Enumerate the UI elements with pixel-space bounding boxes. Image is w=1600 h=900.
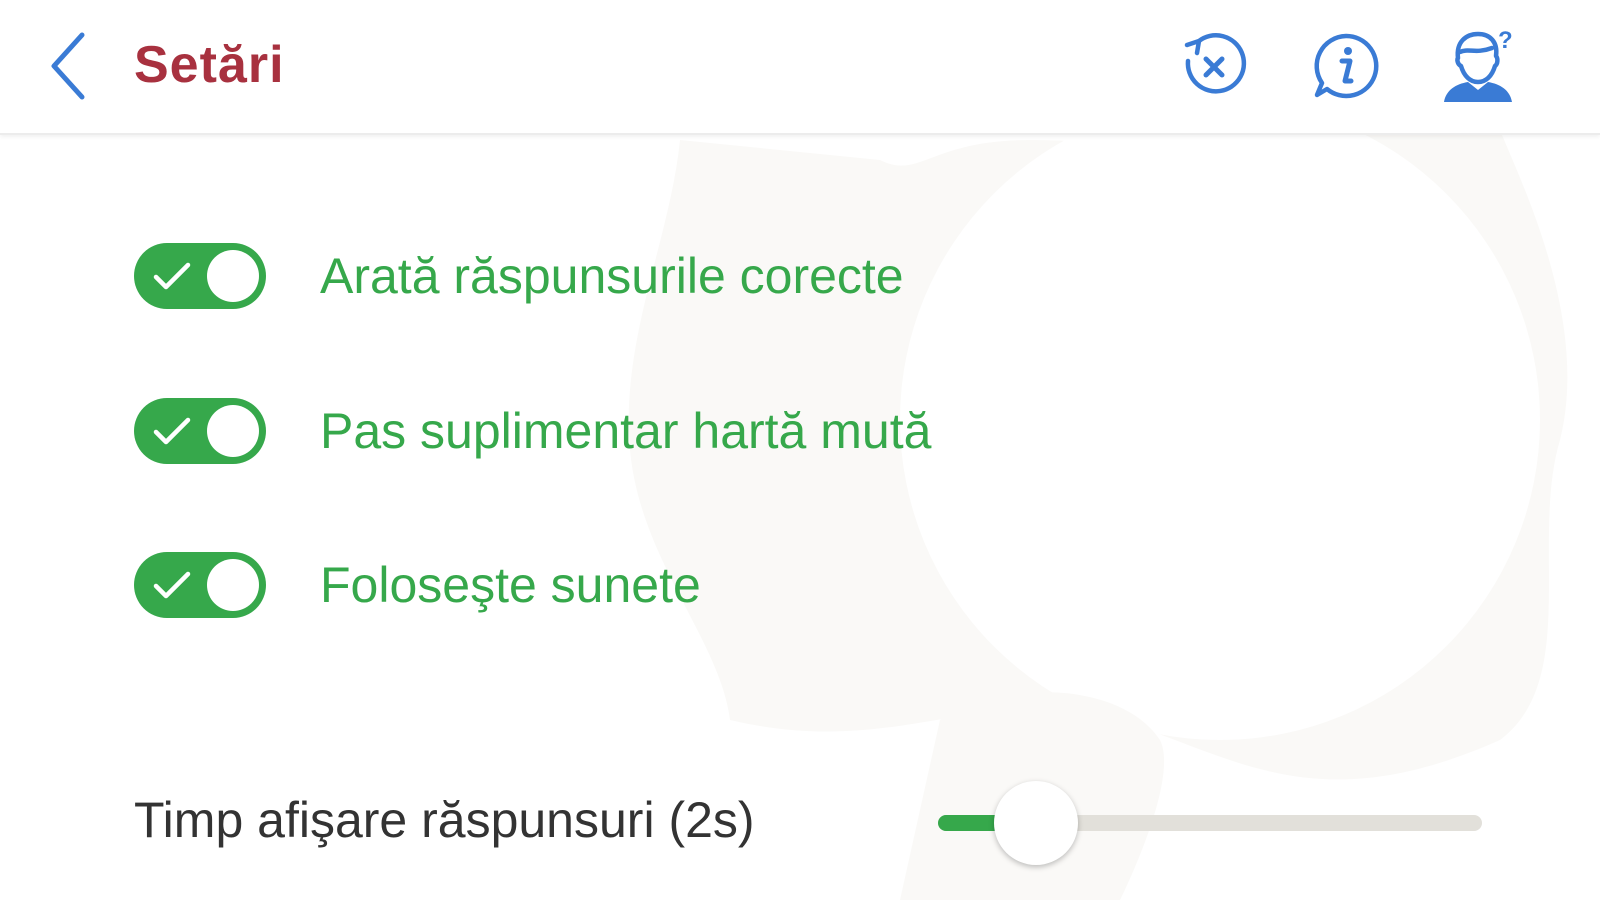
top-bar: Setări ? — [0, 0, 1600, 135]
slider-thumb[interactable] — [994, 781, 1078, 865]
reset-progress-button[interactable] — [1176, 28, 1252, 104]
show-correct-answers-toggle[interactable] — [134, 243, 266, 309]
reset-progress-icon — [1184, 33, 1247, 94]
info-button[interactable] — [1308, 28, 1384, 104]
back-button[interactable] — [36, 24, 100, 108]
instructor-help-icon: ? — [1444, 28, 1513, 102]
check-icon — [153, 417, 191, 445]
page-title: Setări — [134, 36, 285, 94]
settings-content: Arată răspunsurile corecte Pas supliment… — [0, 135, 1600, 900]
use-sounds-label: Foloseşte sunete — [320, 557, 701, 613]
svg-text:?: ? — [1498, 28, 1513, 54]
show-correct-answers-label: Arată răspunsurile corecte — [320, 248, 904, 304]
extra-step-silent-map-label: Pas suplimentar hartă mută — [320, 403, 932, 459]
extra-step-silent-map-toggle[interactable] — [134, 398, 266, 464]
answer-display-time-label: Timp afişare răspunsuri (2s) — [134, 792, 755, 848]
check-icon — [153, 571, 191, 599]
instructor-help-button[interactable]: ? — [1440, 28, 1516, 104]
settings-screen: Setări ? Arată răspunsurile corecte Pas … — [0, 0, 1600, 900]
chevron-left-icon — [51, 32, 85, 100]
setting-row-show-correct-answers: Arată răspunsurile corecte — [134, 241, 904, 311]
setting-row-use-sounds: Foloseşte sunete — [134, 550, 701, 620]
use-sounds-toggle[interactable] — [134, 552, 266, 618]
setting-row-extra-step-silent-map: Pas suplimentar hartă mută — [134, 396, 931, 466]
toggle-knob — [207, 250, 259, 302]
answer-display-time-slider[interactable] — [938, 781, 1482, 865]
toggle-knob — [207, 559, 259, 611]
toggle-knob — [207, 405, 259, 457]
check-icon — [153, 262, 191, 290]
info-icon — [1314, 33, 1379, 99]
